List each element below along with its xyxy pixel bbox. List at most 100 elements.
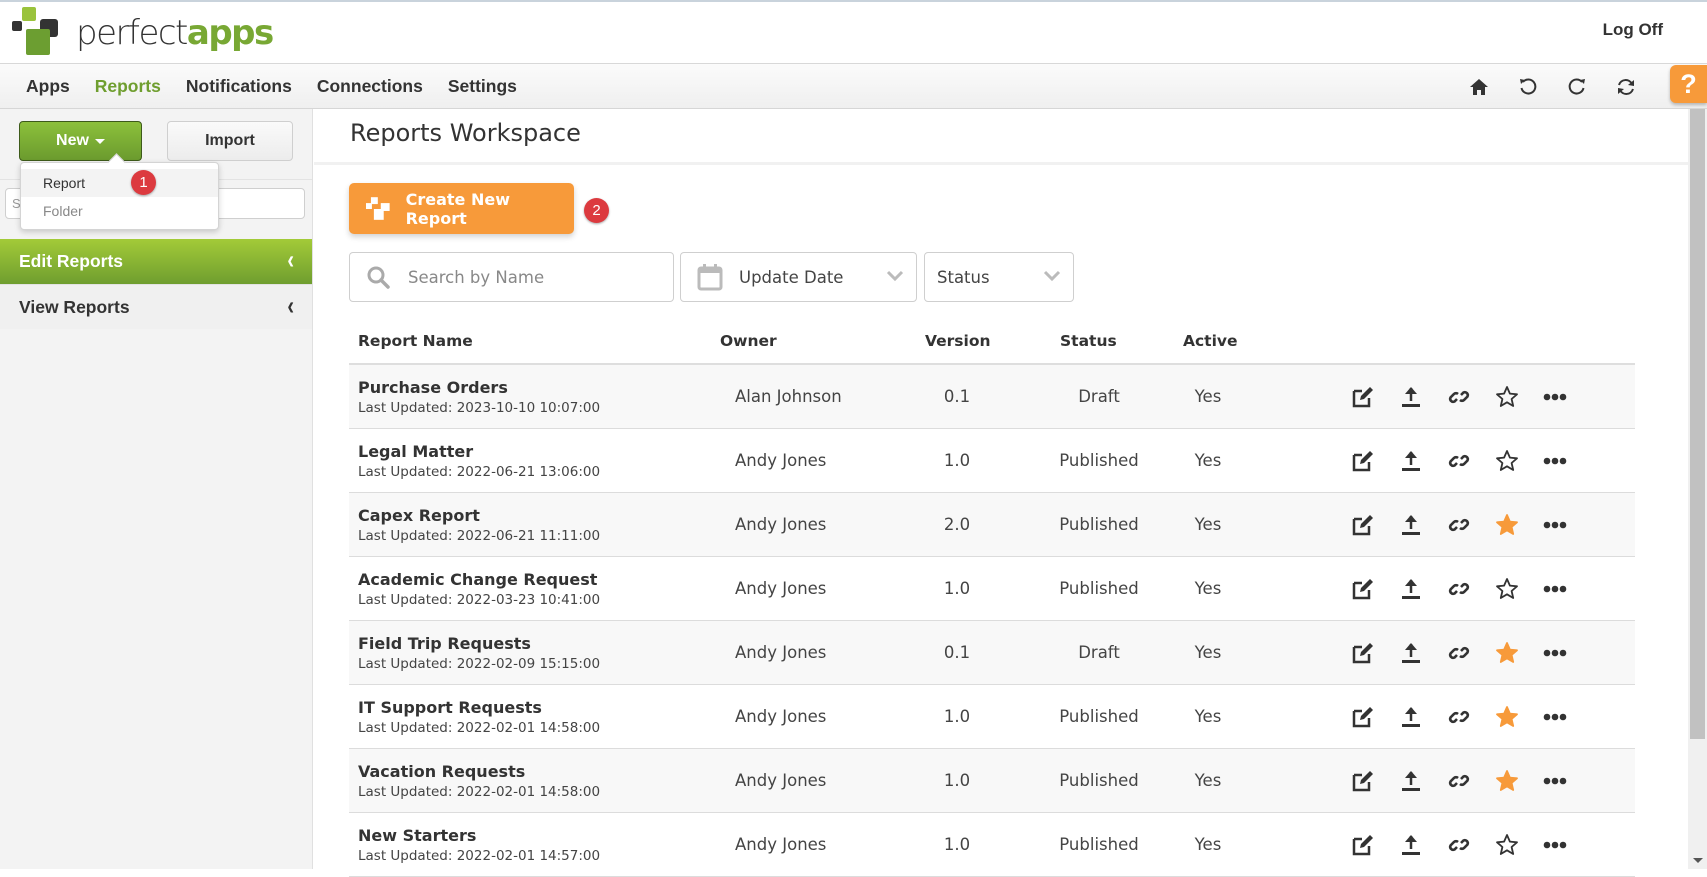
home-icon[interactable] — [1468, 76, 1490, 98]
table-row[interactable]: Legal Matter Last Updated: 2022-06-21 13… — [349, 429, 1635, 493]
link-icon[interactable] — [1435, 575, 1483, 603]
row-actions — [1339, 383, 1579, 411]
favorite-icon[interactable] — [1483, 511, 1531, 539]
table-row[interactable]: IT Support Requests Last Updated: 2022-0… — [349, 685, 1635, 749]
edit-icon[interactable] — [1339, 831, 1387, 859]
undo-icon[interactable] — [1517, 76, 1539, 98]
report-name-cell[interactable]: Vacation Requests Last Updated: 2022-02-… — [358, 762, 600, 800]
nav-settings[interactable]: Settings — [448, 76, 517, 97]
report-name[interactable]: Legal Matter — [358, 442, 600, 461]
nav-connections[interactable]: Connections — [317, 76, 423, 97]
refresh-icon[interactable] — [1615, 76, 1637, 98]
report-name-cell[interactable]: Purchase Orders Last Updated: 2023-10-10… — [358, 378, 600, 416]
publish-icon[interactable] — [1387, 639, 1435, 667]
report-name-cell[interactable]: New Starters Last Updated: 2022-02-01 14… — [358, 826, 600, 864]
link-icon[interactable] — [1435, 831, 1483, 859]
column-active[interactable]: Active — [1183, 332, 1238, 350]
edit-icon[interactable] — [1339, 767, 1387, 795]
edit-icon[interactable] — [1339, 575, 1387, 603]
last-updated: Last Updated: 2022-03-23 10:41:00 — [358, 592, 601, 608]
link-icon[interactable] — [1435, 639, 1483, 667]
nav-reports[interactable]: Reports — [95, 76, 161, 97]
link-icon[interactable] — [1435, 703, 1483, 731]
edit-icon[interactable] — [1339, 511, 1387, 539]
nav-notifications[interactable]: Notifications — [186, 76, 292, 97]
favorite-icon[interactable] — [1483, 831, 1531, 859]
favorite-icon[interactable] — [1483, 703, 1531, 731]
scroll-down-arrow-icon[interactable] — [1693, 858, 1703, 863]
more-icon[interactable] — [1531, 383, 1579, 411]
table-row[interactable]: Capex Report Last Updated: 2022-06-21 11… — [349, 493, 1635, 557]
report-name[interactable]: Purchase Orders — [358, 378, 600, 397]
create-new-report-button[interactable]: Create New Report — [349, 183, 574, 234]
publish-icon[interactable] — [1387, 447, 1435, 475]
table-row[interactable]: Field Trip Requests Last Updated: 2022-0… — [349, 621, 1635, 685]
favorite-icon[interactable] — [1483, 767, 1531, 795]
import-button[interactable]: Import — [167, 121, 293, 161]
status-filter[interactable]: Status — [924, 252, 1074, 302]
report-name-cell[interactable]: Field Trip Requests Last Updated: 2022-0… — [358, 634, 600, 672]
table-row[interactable]: New Starters Last Updated: 2022-02-01 14… — [349, 813, 1635, 877]
report-name[interactable]: Academic Change Request — [358, 570, 600, 589]
favorite-icon[interactable] — [1483, 447, 1531, 475]
report-name[interactable]: Field Trip Requests — [358, 634, 600, 653]
report-name[interactable]: New Starters — [358, 826, 600, 845]
edit-icon[interactable] — [1339, 447, 1387, 475]
status-cell: Draft — [1078, 643, 1120, 662]
report-name[interactable]: Vacation Requests — [358, 762, 600, 781]
link-icon[interactable] — [1435, 383, 1483, 411]
column-version[interactable]: Version — [925, 332, 991, 350]
report-name[interactable]: IT Support Requests — [358, 698, 600, 717]
more-icon[interactable] — [1531, 575, 1579, 603]
column-report-name[interactable]: Report Name — [358, 332, 473, 350]
column-owner[interactable]: Owner — [720, 332, 777, 350]
favorite-icon[interactable] — [1483, 575, 1531, 603]
more-icon[interactable] — [1531, 831, 1579, 859]
publish-icon[interactable] — [1387, 383, 1435, 411]
link-icon[interactable] — [1435, 447, 1483, 475]
publish-icon[interactable] — [1387, 767, 1435, 795]
report-name[interactable]: Capex Report — [358, 506, 600, 525]
edit-icon[interactable] — [1339, 639, 1387, 667]
edit-icon[interactable] — [1339, 383, 1387, 411]
table-row[interactable]: Vacation Requests Last Updated: 2022-02-… — [349, 749, 1635, 813]
link-icon[interactable] — [1435, 767, 1483, 795]
publish-icon[interactable] — [1387, 511, 1435, 539]
link-icon[interactable] — [1435, 511, 1483, 539]
more-icon[interactable] — [1531, 639, 1579, 667]
edit-icon[interactable] — [1339, 703, 1387, 731]
report-name-cell[interactable]: Legal Matter Last Updated: 2022-06-21 13… — [358, 442, 600, 480]
create-new-report-label: Create New Report — [405, 189, 510, 228]
log-off-link[interactable]: Log Off — [1603, 20, 1663, 40]
version-cell: 1.0 — [943, 451, 971, 470]
brand-logo[interactable]: perfectapps — [12, 6, 274, 60]
update-date-filter[interactable]: Update Date — [680, 252, 917, 302]
redo-icon[interactable] — [1566, 76, 1588, 98]
column-status[interactable]: Status — [1060, 332, 1117, 350]
owner-cell: Alan Johnson — [735, 387, 842, 406]
nav-apps[interactable]: Apps — [26, 76, 70, 97]
scrollbar-thumb[interactable] — [1690, 109, 1705, 739]
favorite-icon[interactable] — [1483, 383, 1531, 411]
menu-item-folder[interactable]: Folder — [21, 197, 218, 225]
more-icon[interactable] — [1531, 511, 1579, 539]
menu-item-report[interactable]: Report — [21, 169, 218, 197]
sidebar-view-reports[interactable]: View Reports ‹ — [0, 284, 312, 329]
more-icon[interactable] — [1531, 447, 1579, 475]
report-name-cell[interactable]: Academic Change Request Last Updated: 20… — [358, 570, 600, 608]
publish-icon[interactable] — [1387, 575, 1435, 603]
more-icon[interactable] — [1531, 767, 1579, 795]
vertical-scrollbar[interactable] — [1688, 109, 1707, 869]
favorite-icon[interactable] — [1483, 639, 1531, 667]
search-by-name-input[interactable]: Search by Name — [349, 252, 674, 302]
more-icon[interactable] — [1531, 703, 1579, 731]
table-row[interactable]: Purchase Orders Last Updated: 2023-10-10… — [349, 365, 1635, 429]
publish-icon[interactable] — [1387, 831, 1435, 859]
table-row[interactable]: Academic Change Request Last Updated: 20… — [349, 557, 1635, 621]
help-button[interactable]: ? — [1670, 65, 1707, 103]
sidebar-edit-reports[interactable]: Edit Reports ‹ — [0, 239, 312, 284]
publish-icon[interactable] — [1387, 703, 1435, 731]
report-name-cell[interactable]: IT Support Requests Last Updated: 2022-0… — [358, 698, 600, 736]
report-name-cell[interactable]: Capex Report Last Updated: 2022-06-21 11… — [358, 506, 600, 544]
new-button[interactable]: New — [19, 121, 142, 161]
